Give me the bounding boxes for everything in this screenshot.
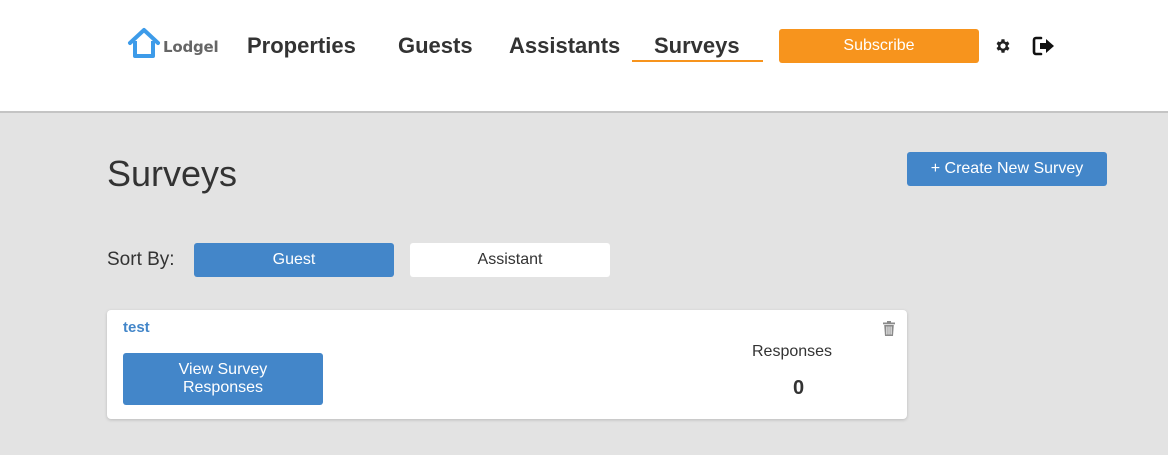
create-new-survey-button[interactable]: + Create New Survey — [907, 152, 1107, 186]
nav-properties[interactable]: Properties — [247, 33, 356, 59]
gear-icon[interactable] — [994, 37, 1012, 55]
responses-count: 0 — [793, 377, 805, 399]
responses-label: Responses — [752, 343, 833, 360]
top-navbar: Lodgel Properties Guests Assistants Surv… — [0, 0, 1168, 113]
view-survey-responses-button[interactable]: View Survey Responses — [123, 353, 323, 405]
subscribe-button[interactable]: Subscribe — [779, 29, 979, 63]
nav-assistants[interactable]: Assistants — [509, 33, 620, 59]
sort-assistant-button[interactable]: Assistant — [410, 243, 610, 277]
sort-by-label: Sort By: — [107, 249, 175, 270]
nav-surveys[interactable]: Surveys — [654, 33, 740, 59]
survey-card: test View Survey Responses Responses 0 — [107, 310, 907, 419]
trash-icon[interactable] — [883, 321, 895, 336]
logo-text: Lodgel — [163, 38, 219, 56]
lodgel-logo[interactable]: Lodgel — [127, 27, 219, 59]
sort-guest-button[interactable]: Guest — [194, 243, 394, 277]
nav-guests[interactable]: Guests — [398, 33, 473, 59]
logout-icon[interactable] — [1032, 36, 1056, 56]
active-nav-underline — [632, 60, 763, 62]
page-title: Surveys — [107, 153, 238, 194]
survey-title[interactable]: test — [123, 319, 150, 336]
home-logo-icon — [128, 28, 160, 58]
